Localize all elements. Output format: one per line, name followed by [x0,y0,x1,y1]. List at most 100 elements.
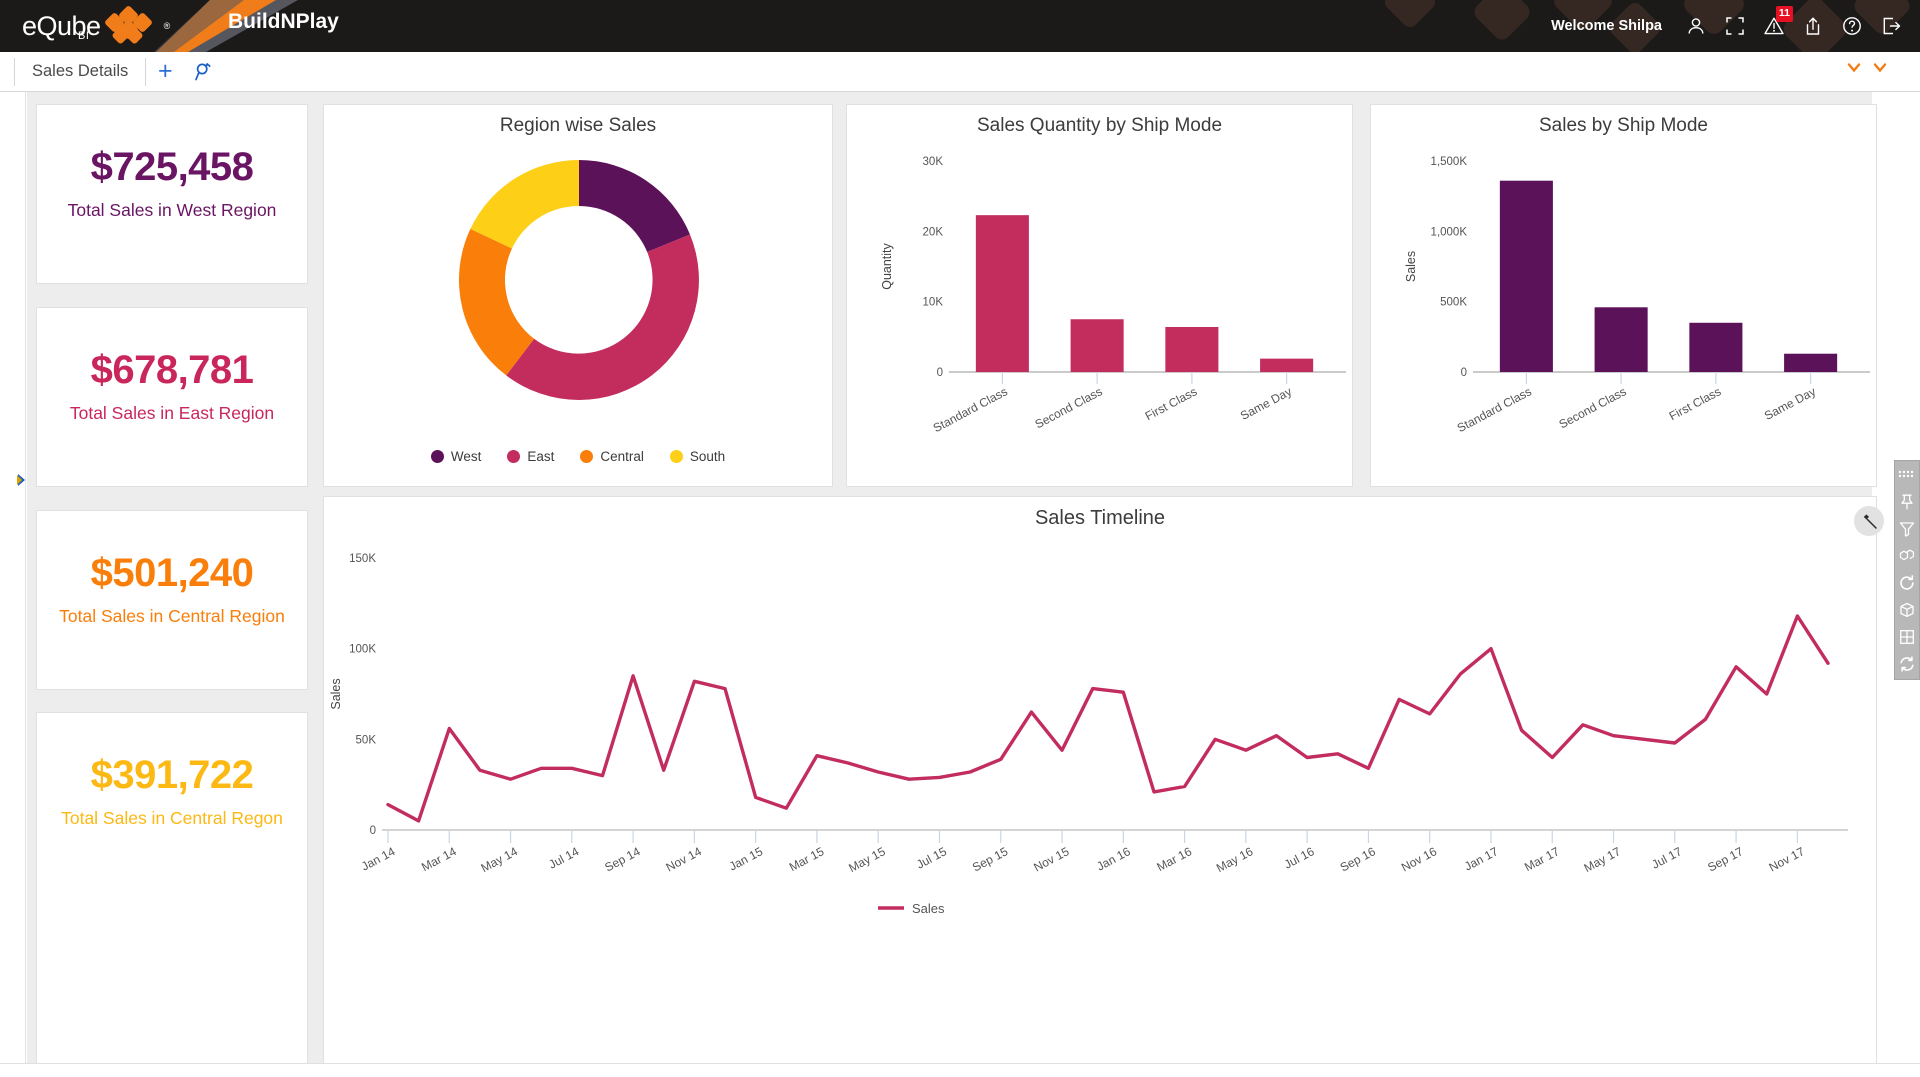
quantity-bar[interactable] [1260,358,1314,372]
refresh-icon[interactable] [1897,573,1917,593]
svg-text:100K: 100K [349,644,376,656]
x-tick-label: First Class [1667,384,1724,423]
grip-dots-icon[interactable] [1897,465,1917,485]
dashboard-canvas: $725,458 Total Sales in West Region $678… [0,92,1920,1077]
legend-label: Central [600,449,644,464]
donut-slice-south[interactable] [470,160,579,249]
pin-icon[interactable] [1897,492,1917,512]
legend-label: East [527,449,555,464]
share-export-icon[interactable] [1802,15,1824,37]
tab-strip: Sales Details + [0,52,1920,92]
x-tick-label: Same Day [1762,384,1818,423]
svg-text:Quantity: Quantity [880,242,894,289]
legend-item-east[interactable]: East [507,449,554,464]
legend-label: Sales [912,901,945,916]
kpi-label: Total Sales in East Region [69,403,275,423]
sync-icon[interactable] [1897,654,1917,674]
svg-text:20K: 20K [923,226,944,238]
donut-slice-central[interactable] [458,228,535,376]
quantity-bar-chart[interactable]: 0 10K 20K 30K Quantity Standard Class Second C… [847,137,1354,482]
x-tick-label: Sep 15 [970,844,1010,874]
add-tab-button[interactable]: + [146,52,184,91]
sales-timeline-panel[interactable]: Sales Timeline 0 50K 100K 150K Sales Jan 14 Ma… [323,496,1877,1067]
user-icon[interactable] [1685,15,1707,37]
application-title: BuildNPlay [228,10,339,33]
ship-sales-bar-chart[interactable]: 0 500K 1,000K 1,500K Sales Standard Class Seco… [1371,137,1878,482]
filter-icon[interactable] [1897,519,1917,539]
x-tick-label: Sep 17 [1705,844,1745,874]
x-tick-label: Same Day [1238,384,1294,423]
alert-warning-icon[interactable]: 11 [1763,6,1793,37]
panel-title: Sales Timeline [1034,507,1166,529]
expand-panel-handle[interactable] [17,472,26,488]
kpi-card-east[interactable]: $678,781 Total Sales in East Region [36,307,308,487]
x-tick-label: Jul 16 [1282,844,1317,872]
svg-text:Sales: Sales [329,678,343,709]
kpi-card-central[interactable]: $501,240 Total Sales in Central Region [36,510,308,690]
right-tool-rail [1894,460,1920,680]
help-icon[interactable] [1841,15,1863,37]
kpi-card-central-secondary[interactable]: $391,722 Total Sales in Central Regon [36,712,308,1067]
left-rail [0,92,26,1077]
timeline-series-sales[interactable] [386,614,1830,823]
explore-search-icon[interactable] [184,52,224,91]
x-tick-label: May 17 [1582,844,1624,875]
panel-title: Sales Quantity by Ship Mode [976,115,1223,136]
ship-sales-bar[interactable] [1499,180,1553,372]
ship-sales-bar[interactable] [1594,307,1648,372]
x-tick-label: Sep 16 [1338,844,1378,874]
x-tick-label: Jan 17 [1462,844,1501,873]
welcome-message: Welcome Shilpa [1551,18,1662,34]
x-tick-label: Nov 17 [1767,844,1807,874]
x-tick-label: First Class [1143,384,1200,423]
widget-grid: $725,458 Total Sales in West Region $678… [27,92,1877,1077]
x-tick-label: Mar 17 [1522,844,1562,874]
legend-item-south[interactable]: South [669,449,726,464]
x-tick-label: Mar 14 [419,844,459,874]
cube-icon[interactable] [1897,600,1917,620]
legend-label: West [450,449,482,464]
alert-badge-count: 11 [1775,6,1793,22]
ship-sales-bar[interactable] [1784,353,1838,372]
legend-item-central[interactable]: Central [580,449,644,464]
legend-label: South [689,449,726,464]
quantity-bar[interactable] [975,215,1029,372]
region-wise-sales-panel[interactable]: Region wise Sales West East Central Sout… [323,104,833,487]
quantity-bar[interactable] [1165,326,1219,372]
collapse-chevrons-icon[interactable] [1846,60,1894,76]
kpi-value: $678,781 [90,348,254,392]
x-tick-label: Jul 15 [914,844,949,872]
legend-swatch [507,450,521,463]
ship-sales-bar[interactable] [1689,322,1743,372]
sales-quantity-by-ship-mode-panel[interactable]: Sales Quantity by Ship Mode 0 10K 20K 30K Qu… [846,104,1353,487]
donut-chart[interactable] [324,137,834,427]
kpi-label: Total Sales in Central Regon [61,808,283,828]
logout-icon[interactable] [1880,15,1902,37]
donut-slice-east[interactable] [506,234,699,400]
donut-legend: West East Central South [324,449,832,464]
magic-wand-icon[interactable] [1854,506,1884,536]
svg-text:1,000K: 1,000K [1431,226,1468,238]
x-tick-label: May 15 [846,844,888,875]
brand-logo[interactable]: eQube ® BI [0,0,170,52]
cube-copy-icon[interactable] [1897,546,1917,566]
fullscreen-icon[interactable] [1724,15,1746,37]
kpi-card-west[interactable]: $725,458 Total Sales in West Region [36,104,308,284]
donut-slice-west[interactable] [579,160,690,252]
timeline-line-chart[interactable]: 0 50K 100K 150K Sales Jan 14 Mar 14 May 14 Jul 1… [324,530,1878,950]
svg-text:0: 0 [1461,367,1467,379]
legend-item-west[interactable]: West [430,449,482,464]
kpi-value: $501,240 [90,551,254,595]
x-tick-label: Jul 14 [546,844,581,872]
quantity-bar[interactable] [1070,319,1124,372]
x-tick-label: Jan 16 [1094,844,1133,873]
x-tick-label: Standard Class [1455,384,1534,435]
kpi-value: $391,722 [90,753,254,797]
sales-by-ship-mode-panel[interactable]: Sales by Ship Mode 0 500K 1,000K 1,500K Sale… [1370,104,1877,487]
svg-text:150K: 150K [349,553,376,565]
legend-swatch [430,450,444,463]
svg-text:1,500K: 1,500K [1431,156,1468,168]
header-actions: Welcome Shilpa 11 [1551,0,1902,52]
tab-sales-details[interactable]: Sales Details [15,52,145,91]
grid-icon[interactable] [1897,627,1917,647]
